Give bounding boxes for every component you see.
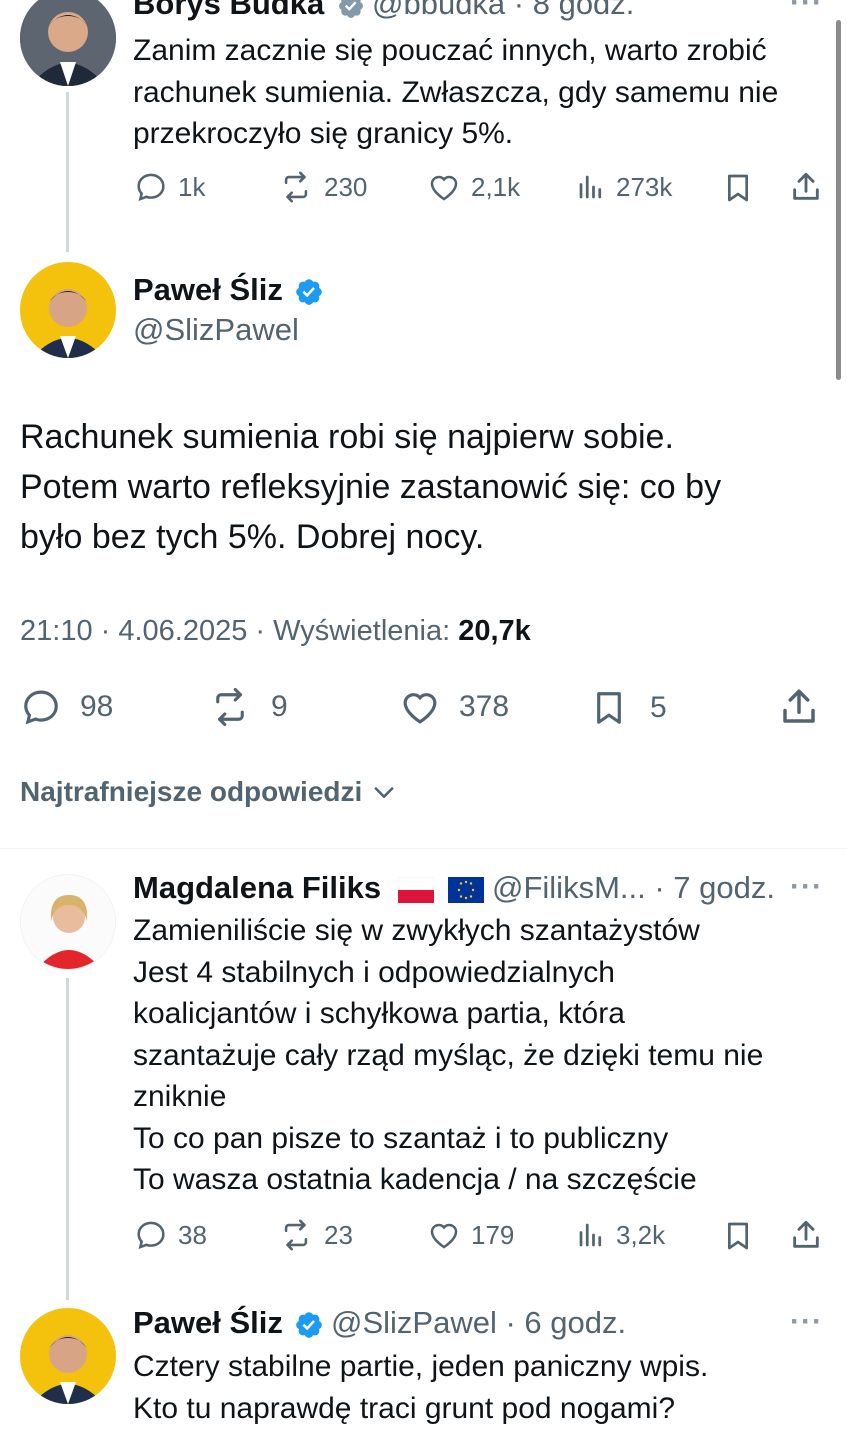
text-line: Kto tu naprawdę traci grunt pod nogami? — [133, 1391, 676, 1425]
text-line: Zamieniliście się w zwykłych szantażystó… — [133, 914, 700, 947]
heart-icon — [430, 175, 458, 201]
view-count: 3,2k — [616, 1219, 666, 1250]
repost-icon — [284, 171, 308, 203]
reply-icon — [137, 1221, 165, 1250]
reply-icon — [137, 173, 165, 202]
bookmark-icon — [728, 174, 748, 202]
views-button[interactable]: 3,2k — [576, 1218, 665, 1252]
repost-button[interactable]: 23 — [278, 1218, 353, 1252]
share-icon — [793, 172, 819, 200]
chevron-down-icon — [374, 787, 394, 798]
text-line: było bez tych 5%. Dobrej nocy. — [20, 518, 485, 556]
text-line: Potem warto refleksyjnie zastanowić się:… — [20, 468, 722, 506]
avatar-image — [20, 1308, 116, 1404]
divider — [0, 848, 847, 849]
views-chart-icon — [579, 175, 602, 199]
tweet-meta: 21:10 · 4.06.2025 · Wyświetlenia: 20,7k — [20, 615, 531, 648]
reply-button[interactable]: 1k — [134, 170, 205, 204]
timestamp[interactable]: 21:10 · 4.06.2025 · Wyświetlenia: — [20, 615, 458, 647]
like-button[interactable]: 179 — [427, 1218, 514, 1252]
heart-icon — [430, 1223, 458, 1249]
repost-button[interactable]: 9 — [207, 686, 288, 728]
poland-flag-icon — [397, 876, 434, 903]
views-button[interactable]: 273k — [576, 170, 672, 204]
author-name[interactable]: Borys Budka — [133, 0, 324, 21]
repost-icon — [216, 687, 244, 727]
main-tweet-text: Rachunek sumienia robi się najpierw sobi… — [20, 412, 830, 562]
reply-text: Zamieniliście się w zwykłych szantażystó… — [133, 910, 833, 1201]
text-line: To co pan pisze to szantaż i to publiczn… — [133, 1121, 669, 1155]
repost-count: 9 — [271, 690, 288, 723]
author-name[interactable]: Paweł Śliz — [133, 272, 283, 307]
tweet-text: Zanim zacznie się pouczać innych, warto … — [133, 30, 833, 155]
reply-icon — [24, 690, 58, 725]
more-options-icon[interactable]: ··· — [790, 1305, 823, 1339]
repost-count: 23 — [324, 1219, 353, 1250]
like-count: 179 — [471, 1219, 515, 1250]
text-line: szantażuje cały rząd myśląc, że dzięki t… — [133, 1038, 764, 1072]
share-button[interactable] — [778, 686, 820, 728]
view-count: 20,7k — [458, 615, 531, 647]
repost-count: 230 — [324, 171, 368, 202]
share-icon — [793, 1220, 819, 1248]
repost-button[interactable]: 230 — [278, 170, 367, 204]
sort-label: Najtrafniejsze odpowiedzi — [20, 776, 363, 807]
handle-time: @bbudka · 8 godz. — [372, 0, 635, 21]
repost-icon — [284, 1219, 308, 1251]
avatar-magdalena-filiks[interactable] — [20, 874, 116, 970]
text-line: Zanim zacznie się pouczać innych, warto … — [133, 34, 767, 67]
text-line: To wasza ostatnia kadencja / na szczęści… — [133, 1163, 697, 1196]
avatar-image — [21, 875, 115, 969]
more-options-icon[interactable]: ··· — [790, 870, 823, 904]
handle-time: @SlizPawel · 6 godz. — [331, 1305, 627, 1340]
bookmark-icon — [728, 1222, 748, 1250]
share-button[interactable] — [789, 170, 823, 204]
eu-flag-icon — [448, 876, 485, 903]
text-line: rachunek sumienia. Zwłaszcza, gdy samemu… — [133, 75, 779, 109]
heart-icon — [403, 693, 437, 724]
text-line: zniknie — [133, 1080, 227, 1113]
verified-gray-icon — [338, 0, 363, 18]
scrollbar[interactable] — [836, 20, 841, 380]
more-options-icon[interactable]: ··· — [790, 0, 823, 20]
replies-sort-dropdown[interactable]: Najtrafniejsze odpowiedzi — [20, 776, 398, 808]
author-handle[interactable]: @SlizPawel — [133, 312, 299, 348]
bookmark-button[interactable]: 5 — [590, 686, 667, 730]
avatar-borys-budka[interactable] — [20, 0, 116, 86]
reply-text: Cztery stabilne partie, jeden paniczny w… — [133, 1346, 833, 1429]
author-name[interactable]: Paweł Śliz — [133, 1305, 283, 1340]
text-line: koalicjantów i schyłkowa partia, która — [133, 997, 625, 1030]
like-button[interactable]: 2,1k — [427, 170, 520, 204]
bookmark-button[interactable] — [722, 170, 754, 206]
like-button[interactable]: 378 — [399, 686, 509, 728]
reply-button[interactable]: 38 — [134, 1218, 207, 1252]
handle-time: @FiliksM... · 7 godz. — [492, 870, 775, 905]
share-icon — [783, 689, 815, 723]
bookmark-icon — [597, 692, 621, 724]
avatar-image — [20, 0, 116, 86]
reply-count: 38 — [178, 1219, 207, 1250]
reply-button[interactable]: 98 — [20, 686, 113, 728]
verified-badge-icon — [295, 279, 322, 305]
reply-count: 98 — [80, 690, 114, 723]
view-count: 273k — [616, 171, 673, 202]
like-count: 2,1k — [471, 171, 521, 202]
verified-badge-icon — [295, 1312, 322, 1338]
avatar-pawel-sliz[interactable] — [20, 262, 116, 358]
text-line: Cztery stabilne partie, jeden paniczny w… — [133, 1350, 709, 1383]
reply-count: 1k — [178, 171, 206, 202]
bookmark-button[interactable] — [722, 1218, 754, 1254]
thread-line — [66, 92, 69, 252]
author-name[interactable]: Magdalena Filiks — [133, 870, 381, 905]
text-line: Rachunek sumienia robi się najpierw sobi… — [20, 418, 674, 456]
share-button[interactable] — [789, 1218, 823, 1252]
bookmark-count: 5 — [650, 691, 667, 724]
text-line: przekroczyło się granicy 5%. — [133, 117, 514, 150]
like-count: 378 — [459, 690, 510, 723]
views-chart-icon — [579, 1223, 602, 1247]
thread-line — [66, 978, 69, 1300]
text-line: Jest 4 stabilnych i odpowiedzialnych — [133, 955, 615, 989]
avatar-pawel-sliz[interactable] — [20, 1308, 116, 1404]
avatar-image — [20, 262, 116, 358]
